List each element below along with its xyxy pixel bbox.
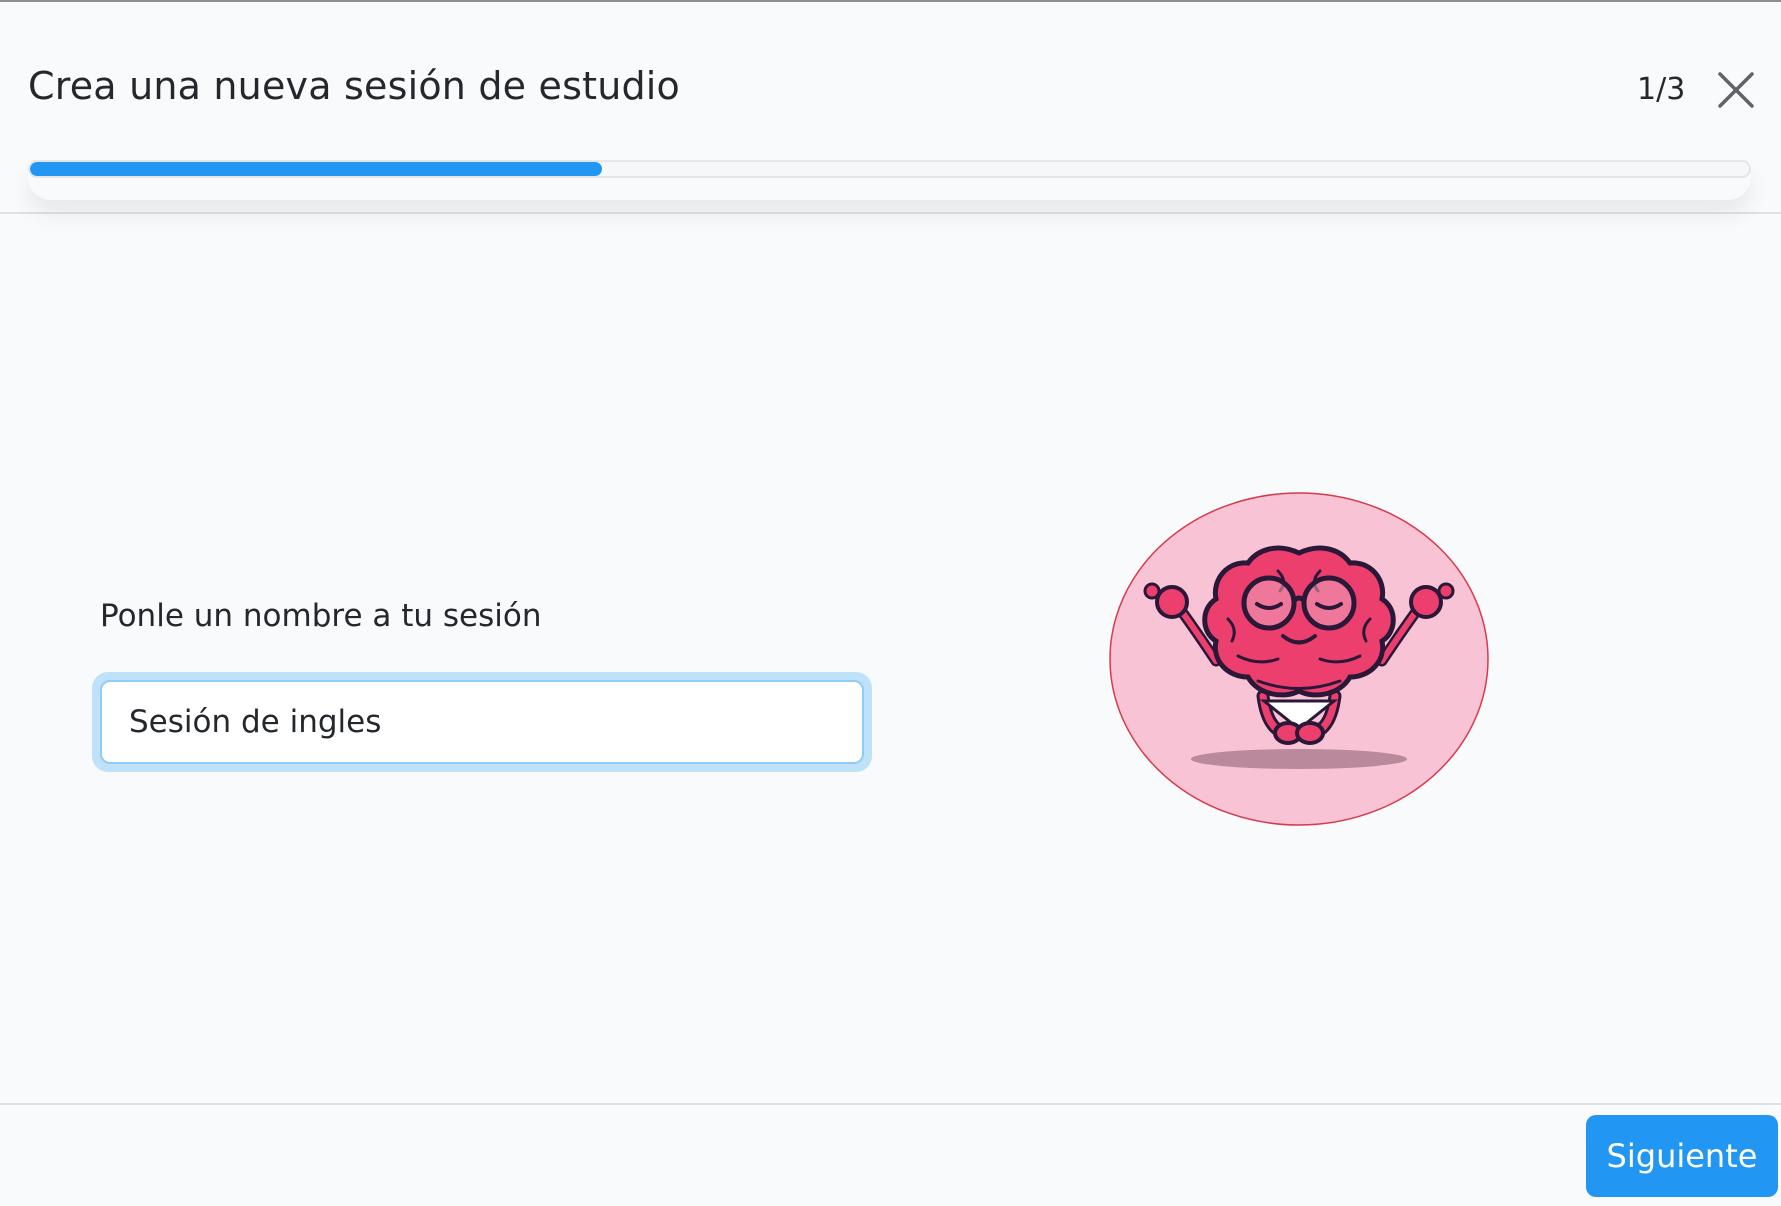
new-session-modal: Crea una nueva sesión de estudio 1/3 Pon… (0, 0, 1781, 1204)
modal-header: Crea una nueva sesión de estudio 1/3 (0, 4, 1781, 214)
progress-bar (28, 160, 1751, 178)
progress-bar-fill (30, 162, 603, 176)
modal-title: Crea una nueva sesión de estudio (28, 64, 681, 108)
meditating-brain-illustration (1109, 492, 1489, 826)
close-button[interactable] (1714, 68, 1758, 112)
next-button[interactable]: Siguiente (1586, 1115, 1778, 1197)
modal-footer (0, 1103, 1781, 1206)
step-indicator: 1/3 (1637, 72, 1686, 107)
session-name-input[interactable] (100, 680, 864, 764)
session-name-label: Ponle un nombre a tu sesión (100, 598, 542, 634)
close-icon (1718, 72, 1754, 108)
